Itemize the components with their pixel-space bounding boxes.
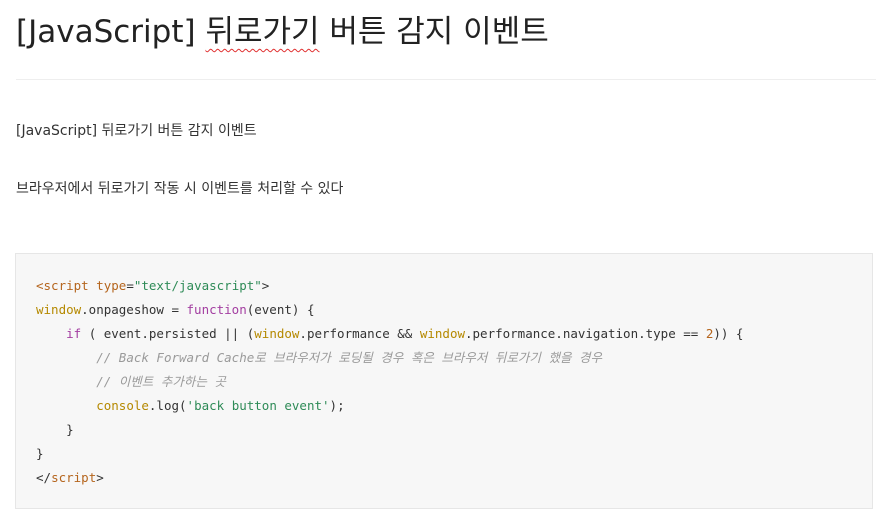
code-token: type: [96, 278, 127, 293]
page-title-suffix: 버튼 감지 이벤트: [319, 14, 549, 50]
code-token: >: [96, 470, 104, 485]
code-line-4: // Back Forward Cache로 브라우저가 로딩될 경우 혹은 브…: [36, 346, 743, 370]
code-token: .performance.navigation.type ==: [465, 326, 706, 341]
code-line-6: console.log('back button event');: [36, 394, 743, 418]
code-token: (event) {: [246, 302, 315, 317]
code-block: <script type="text/javascript"> window.on…: [15, 253, 873, 509]
code-token: "text/javascript": [133, 278, 262, 293]
code-token: 'back button event': [186, 398, 330, 413]
code-token: >: [261, 278, 270, 293]
intro-paragraph: [JavaScript] 뒤로가기 버튼 감지 이벤트: [16, 123, 257, 139]
code-token: script: [51, 470, 97, 485]
code-token: }: [36, 422, 74, 437]
code-content: <script type="text/javascript"> window.on…: [36, 274, 743, 490]
code-token: <: [36, 278, 44, 293]
code-token: ( event.persisted || (: [81, 326, 255, 341]
code-token: .log(: [148, 398, 187, 413]
code-line-2: window.onpageshow = function(event) {: [36, 298, 743, 322]
code-line-3: if ( event.persisted || (window.performa…: [36, 322, 743, 346]
code-token: .onpageshow =: [81, 302, 187, 317]
code-token: )) {: [713, 326, 744, 341]
code-token: function: [186, 302, 247, 317]
code-token: console: [96, 398, 149, 413]
page-title: [JavaScript] 뒤로가기 버튼 감지 이벤트: [16, 8, 549, 56]
code-line-5: // 이벤트 추가하는 곳: [36, 370, 743, 394]
code-comment: // Back Forward Cache로 브라우저가 로딩될 경우 혹은 브…: [96, 350, 602, 365]
code-token: window: [36, 302, 82, 317]
description-paragraph: 브라우저에서 뒤로가기 작동 시 이벤트를 처리할 수 있다: [16, 181, 344, 197]
code-line-8: }: [36, 442, 743, 466]
code-token: =: [126, 278, 134, 293]
title-divider: [16, 79, 876, 80]
code-token: if: [66, 326, 82, 341]
page-title-prefix: [JavaScript]: [16, 14, 206, 50]
code-comment: // 이벤트 추가하는 곳: [96, 374, 226, 389]
code-token: );: [329, 398, 345, 413]
code-line-9: </script>: [36, 466, 743, 490]
code-line-1: <script type="text/javascript">: [36, 274, 743, 298]
code-line-7: }: [36, 418, 743, 442]
code-token: script: [43, 278, 89, 293]
code-token: .performance &&: [299, 326, 420, 341]
page-title-spellcheck-word: 뒤로가기: [205, 14, 320, 50]
code-token: window: [254, 326, 300, 341]
code-token: window: [419, 326, 465, 341]
code-token: </: [36, 470, 52, 485]
code-token: }: [36, 446, 44, 461]
